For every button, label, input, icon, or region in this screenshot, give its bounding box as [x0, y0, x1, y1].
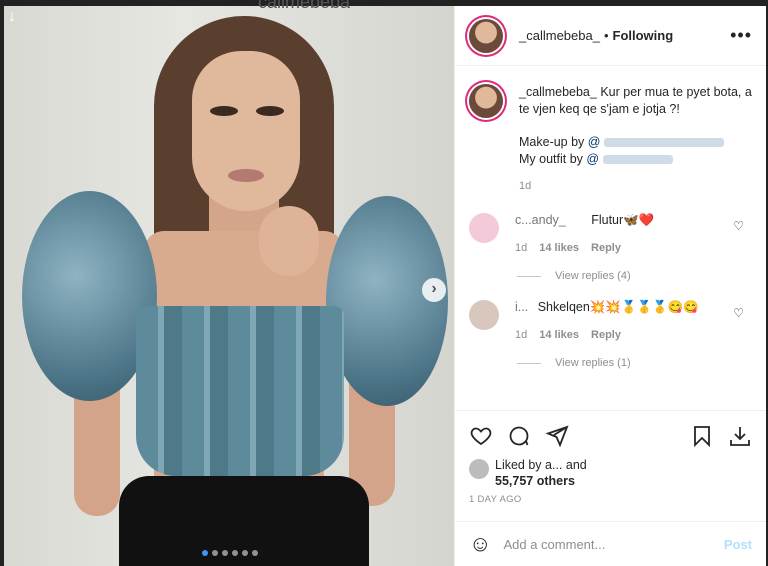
chevron-right-icon[interactable]: ›	[422, 278, 446, 302]
liked-by-avatar[interactable]	[469, 459, 489, 479]
caption-text-block: _callmebeba_ Kur per mua te pyet bota, a…	[519, 84, 752, 195]
caption-makeup-label: Make-up by	[519, 135, 588, 149]
carousel-dot[interactable]	[232, 550, 238, 556]
comment-text: Shkelqen💥💥🥇🥇🥇😋😋	[537, 300, 699, 314]
heart-icon[interactable]	[469, 424, 493, 448]
post-button[interactable]: Post	[724, 537, 752, 552]
comment-body: c...andy_ Flutur🦋❤️ 1d 14 likes Reply	[515, 213, 735, 254]
carousel-dot[interactable]	[242, 550, 248, 556]
comment-time[interactable]: 1d	[515, 329, 527, 341]
comment-meta: 1d 14 likes Reply	[515, 242, 735, 254]
comment-item: i... Shkelqen💥💥🥇🥇🥇😋😋 1d 14 likes Reply ♡	[469, 300, 752, 341]
carousel-dots	[202, 550, 258, 556]
liked-by-text: Liked by a... and 55,757 others	[495, 457, 587, 489]
comment-text: Flutur🦋❤️	[591, 213, 655, 227]
carousel-dot[interactable]	[252, 550, 258, 556]
photo-lips	[228, 169, 264, 182]
photo-hand	[259, 206, 319, 276]
comment-time[interactable]: 1d	[515, 242, 527, 254]
caption-time[interactable]: 1d	[519, 178, 752, 195]
reply-button[interactable]: Reply	[591, 242, 621, 254]
share-icon[interactable]	[545, 424, 569, 448]
comment-meta: 1d 14 likes Reply	[515, 329, 735, 341]
comment-username[interactable]: i...	[515, 300, 528, 314]
comments-list[interactable]: _callmebeba_ Kur per mua te pyet bota, a…	[455, 66, 766, 410]
download-icon[interactable]	[728, 424, 752, 448]
download-arrow-icon[interactable]: ↓	[8, 8, 16, 26]
liked-by: Liked by a... and 55,757 others	[469, 457, 752, 489]
view-replies-label[interactable]: View replies (4)	[555, 270, 631, 282]
comment-avatar[interactable]	[469, 300, 499, 330]
view-replies-label[interactable]: View replies (1)	[555, 357, 631, 369]
photo-eye-left	[210, 106, 238, 116]
action-icons	[469, 423, 752, 449]
comment-input[interactable]	[503, 536, 724, 552]
post-photo[interactable]: ›	[4, 6, 454, 566]
likes-count[interactable]: 55,757 others	[495, 474, 575, 488]
posted-time[interactable]: 1 DAY AGO	[469, 494, 522, 505]
comment-username[interactable]: c...andy_	[515, 213, 566, 227]
photo-eye-right	[256, 106, 284, 116]
comment-likes[interactable]: 14 likes	[539, 242, 579, 254]
comment-icon[interactable]	[507, 424, 531, 448]
replies-divider	[517, 362, 541, 364]
replies-divider	[517, 275, 541, 277]
comment-item: c...andy_ Flutur🦋❤️ 1d 14 likes Reply ♡	[469, 213, 752, 254]
bookmark-icon[interactable]	[690, 424, 714, 448]
liked-by-user[interactable]: a...	[545, 458, 562, 472]
outfit-mention-link[interactable]: @	[586, 152, 599, 166]
carousel-dot[interactable]	[212, 550, 218, 556]
photo-corset	[136, 306, 344, 476]
action-bar: Liked by a... and 55,757 others	[455, 410, 766, 488]
more-horizontal-icon[interactable]: •••	[730, 25, 752, 46]
comment-likes[interactable]: 14 likes	[539, 329, 579, 341]
caption: _callmebeba_ Kur per mua te pyet bota, a…	[469, 84, 752, 195]
smile-icon[interactable]: ☺	[469, 531, 491, 557]
comment-avatar[interactable]	[469, 213, 499, 243]
liked-by-and: and	[562, 458, 587, 472]
comment-heart-icon[interactable]: ♡	[733, 219, 744, 233]
carousel-dot[interactable]	[202, 550, 208, 556]
comment-heart-icon[interactable]: ♡	[733, 306, 744, 320]
view-replies[interactable]: View replies (4)	[517, 270, 752, 282]
makeup-mention-link[interactable]: @	[588, 135, 601, 149]
liked-by-prefix: Liked by	[495, 458, 546, 472]
post-side-panel: _callmebeba_ • Following ••• _callmebeba…	[454, 6, 766, 566]
photo-face	[192, 51, 300, 211]
view-replies[interactable]: View replies (1)	[517, 357, 752, 369]
comment-body: i... Shkelqen💥💥🥇🥇🥇😋😋 1d 14 likes Reply	[515, 300, 735, 341]
header-separator: •	[603, 28, 609, 43]
caption-username[interactable]: _callmebeba_	[519, 85, 597, 99]
add-comment-bar: ☺ Post	[455, 521, 766, 566]
background-ghost-text: callmebeba	[258, 0, 351, 12]
action-icons-right	[676, 424, 752, 448]
post-header: _callmebeba_ • Following •••	[455, 6, 766, 66]
blurred-mention	[603, 138, 724, 148]
carousel-dot[interactable]	[222, 550, 228, 556]
reply-button[interactable]: Reply	[591, 329, 621, 341]
header-username[interactable]: _callmebeba_	[519, 28, 600, 43]
caption-outfit-label: My outfit by	[519, 152, 587, 166]
blurred-mention	[602, 155, 673, 165]
instagram-post-viewer: › callmebeba ↓ _callmebeba_ • Following …	[0, 0, 768, 566]
follow-status-button[interactable]: Following	[613, 28, 674, 43]
avatar[interactable]	[469, 18, 503, 53]
caption-avatar[interactable]	[469, 84, 503, 118]
